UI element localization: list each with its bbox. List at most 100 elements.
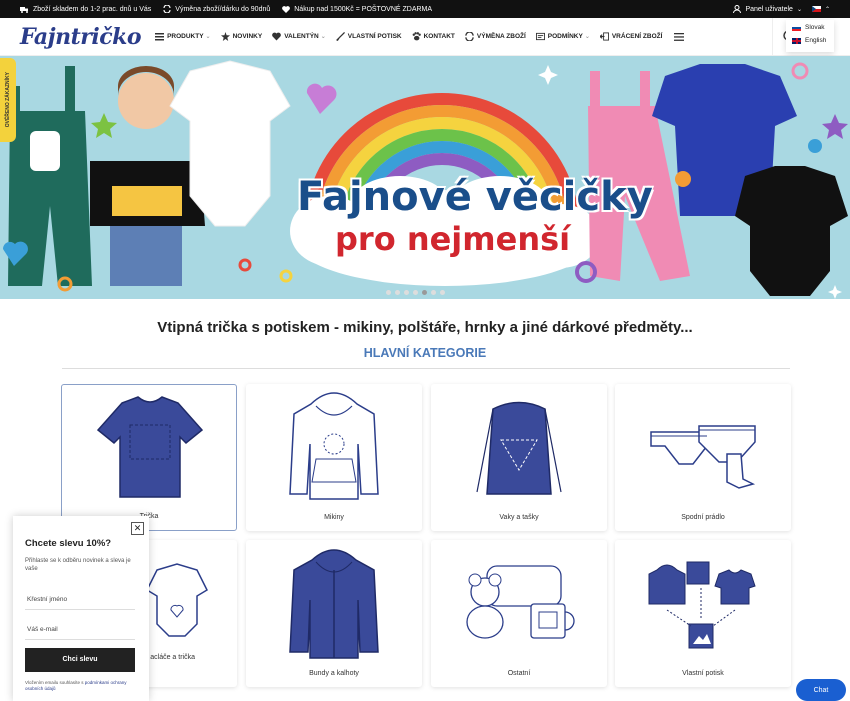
topbar-item-shipping: Zboží skladem do 1-2 prac. dnů u Vás xyxy=(20,6,151,13)
nav-label-vymena-zbozi: VÝMĚNA ZBOŽÍ xyxy=(476,33,526,40)
star-icon xyxy=(220,32,230,41)
popup-title: Chcete slevu 10%? xyxy=(25,538,112,549)
nav-item-novinky[interactable]: NOVINKY xyxy=(220,32,263,41)
category-label: Bundy a kalhoty xyxy=(309,670,359,677)
paw-icon xyxy=(412,32,421,41)
carousel-dot[interactable] xyxy=(431,290,436,295)
black-bodysuit-graphic xyxy=(735,166,848,296)
verified-reviews-label: OVĚŘENO ZÁKAZNÍKY xyxy=(5,72,11,128)
nav-label-podminky: PODMÍNKY xyxy=(547,33,583,40)
close-icon[interactable]: ✕ xyxy=(131,522,144,535)
teddy-mug-icon xyxy=(466,565,575,639)
card-icon xyxy=(535,32,545,41)
topbar-text-freeshipping: Nákup nad 1500Kč = POŠTOVNÉ ZDARMA xyxy=(294,5,433,13)
category-label: Mikiny xyxy=(324,514,344,521)
nav-item-valentyn[interactable]: VALENTÝN ⌄ xyxy=(272,32,326,41)
chevron-down-icon[interactable]: ⌄ xyxy=(797,6,802,13)
category-card-bundy[interactable]: Bundy a kalhoty xyxy=(246,540,422,687)
site-logo[interactable]: Fajntričko xyxy=(20,24,142,50)
main-nav: Fajntričko PRODUKTY ⌄ NOVINKY VALENTÝN ⌄… xyxy=(0,17,850,56)
subscribe-button[interactable]: Chci slevu xyxy=(25,647,135,672)
category-card-mikiny[interactable]: Mikiny xyxy=(246,384,422,531)
category-card-vlastni-potisk[interactable]: Vlastní potisk xyxy=(615,540,791,687)
hoodie-icon xyxy=(289,392,379,500)
nav-label-kontakt: KONTAKT xyxy=(423,33,455,40)
category-card-ostatni[interactable]: Ostatní xyxy=(431,540,607,687)
category-label: Vaky a tašky xyxy=(499,514,539,521)
lang-label-english: English xyxy=(805,37,827,44)
chevron-down-icon: ⌄ xyxy=(584,34,590,40)
czech-flag-icon[interactable] xyxy=(811,6,821,12)
slovak-flag-icon xyxy=(792,24,801,31)
return-icon xyxy=(599,32,609,41)
popup-description: Přihlaste se k odběru novinek a sleva je… xyxy=(25,558,131,573)
verified-reviews-tab[interactable]: OVĚŘENO ZÁKAZNÍKY xyxy=(0,58,16,142)
carousel-dot[interactable] xyxy=(440,290,445,295)
category-label: Spodní prádlo xyxy=(681,514,725,521)
nav-item-produkty[interactable]: PRODUKTY ⌄ xyxy=(155,32,211,41)
carousel-dot[interactable] xyxy=(404,290,409,295)
carousel-dot[interactable] xyxy=(413,290,418,295)
topbar-text-exchange: Výměna zboží/dárku do 90dnů xyxy=(175,5,271,13)
nav-item-kontakt[interactable]: KONTAKT xyxy=(412,32,455,41)
hero-headline-line2: pro nejmenší xyxy=(335,220,571,258)
language-dropdown: Slovak English xyxy=(786,20,834,52)
category-card-spodni-pradlo[interactable]: Spodní prádlo xyxy=(615,384,791,531)
chevron-down-icon: ⌄ xyxy=(320,34,326,40)
jacket-icon xyxy=(289,549,379,659)
privacy-notice-text: Vložením emailu souhlasíte s xyxy=(25,679,85,685)
email-field[interactable]: Váš e-mail xyxy=(25,620,135,640)
drawstring-bag-icon xyxy=(476,401,562,495)
nav-item-podminky[interactable]: PODMÍNKY ⌄ xyxy=(535,32,590,41)
chevron-up-icon[interactable]: ⌃ xyxy=(825,6,830,13)
brush-icon xyxy=(335,32,345,41)
topbar-item-freeshipping: Nákup nad 1500Kč = POŠTOVNÉ ZDARMA xyxy=(282,6,432,13)
discount-popup: ✕ Chcete slevu 10%? Přihlaste se k odběr… xyxy=(13,516,149,701)
underwear-icon xyxy=(650,425,756,489)
top-info-bar: Zboží skladem do 1-2 prac. dnů u Vás Vým… xyxy=(0,0,850,18)
category-card-vaky[interactable]: Vaky a tašky xyxy=(431,384,607,531)
user-panel-link[interactable]: Panel uživatele xyxy=(745,6,792,13)
nav-item-vraceni-zbozi[interactable]: VRÁCENÍ ZBOŽÍ xyxy=(599,32,663,41)
nav-label-vraceni-zbozi: VRÁCENÍ ZBOŽÍ xyxy=(611,33,663,40)
section-title: HLAVNÍ KATEGORIE xyxy=(363,346,487,360)
chevron-down-icon: ⌄ xyxy=(205,34,211,40)
lang-option-slovak[interactable]: Slovak xyxy=(792,24,828,31)
category-label: Vlastní potisk xyxy=(682,670,724,677)
page-headline: Vtipná trička s potiskem - mikiny, polšt… xyxy=(157,319,693,336)
truck-icon xyxy=(20,6,28,13)
lang-label-slovak: Slovak xyxy=(805,24,825,31)
custom-print-icon xyxy=(648,561,756,649)
first-name-field[interactable]: Křestní jméno xyxy=(25,590,135,610)
nav-label-produkty: PRODUKTY xyxy=(167,33,204,40)
chat-label: Chat xyxy=(813,686,829,694)
privacy-notice: Vložením emailu souhlasíte s podmínkami … xyxy=(25,680,137,693)
nav-item-vymena-zbozi[interactable]: VÝMĚNA ZBOŽÍ xyxy=(465,32,526,41)
carousel-dot[interactable] xyxy=(422,290,427,295)
nav-label-novinky: NOVINKY xyxy=(232,33,263,40)
hero-banner[interactable]: Fajnové věcičky pro nejmenší xyxy=(0,56,850,299)
topbar-text-shipping: Zboží skladem do 1-2 prac. dnů u Vás xyxy=(33,5,152,13)
heart-icon xyxy=(272,32,282,41)
chat-button[interactable]: Chat xyxy=(796,679,846,701)
section-divider xyxy=(62,368,790,369)
tshirt-icon xyxy=(96,396,204,498)
hero-headline-line1: Fajnové věcičky xyxy=(297,174,653,220)
category-card-tricka[interactable]: Trička xyxy=(61,384,237,531)
uk-flag-icon xyxy=(792,37,801,44)
user-icon[interactable] xyxy=(733,5,742,13)
hamburger-menu-icon[interactable] xyxy=(674,32,685,41)
nav-label-valentyn: VALENTÝN xyxy=(284,33,319,40)
heart-icon xyxy=(282,5,291,13)
carousel-dot[interactable] xyxy=(386,290,391,295)
carousel-dots xyxy=(386,290,449,295)
lang-option-english[interactable]: English xyxy=(792,37,828,44)
category-label: Ostatní xyxy=(507,670,531,677)
nav-item-vlastni-potisk[interactable]: VLASTNÍ POTISK xyxy=(335,32,402,41)
exchange-icon xyxy=(163,5,171,13)
exchange-icon xyxy=(465,32,474,41)
carousel-dot[interactable] xyxy=(395,290,400,295)
list-icon xyxy=(155,33,165,41)
nav-label-vlastni-potisk: VLASTNÍ POTISK xyxy=(347,33,402,40)
topbar-item-exchange: Výměna zboží/dárku do 90dnů xyxy=(163,5,270,13)
